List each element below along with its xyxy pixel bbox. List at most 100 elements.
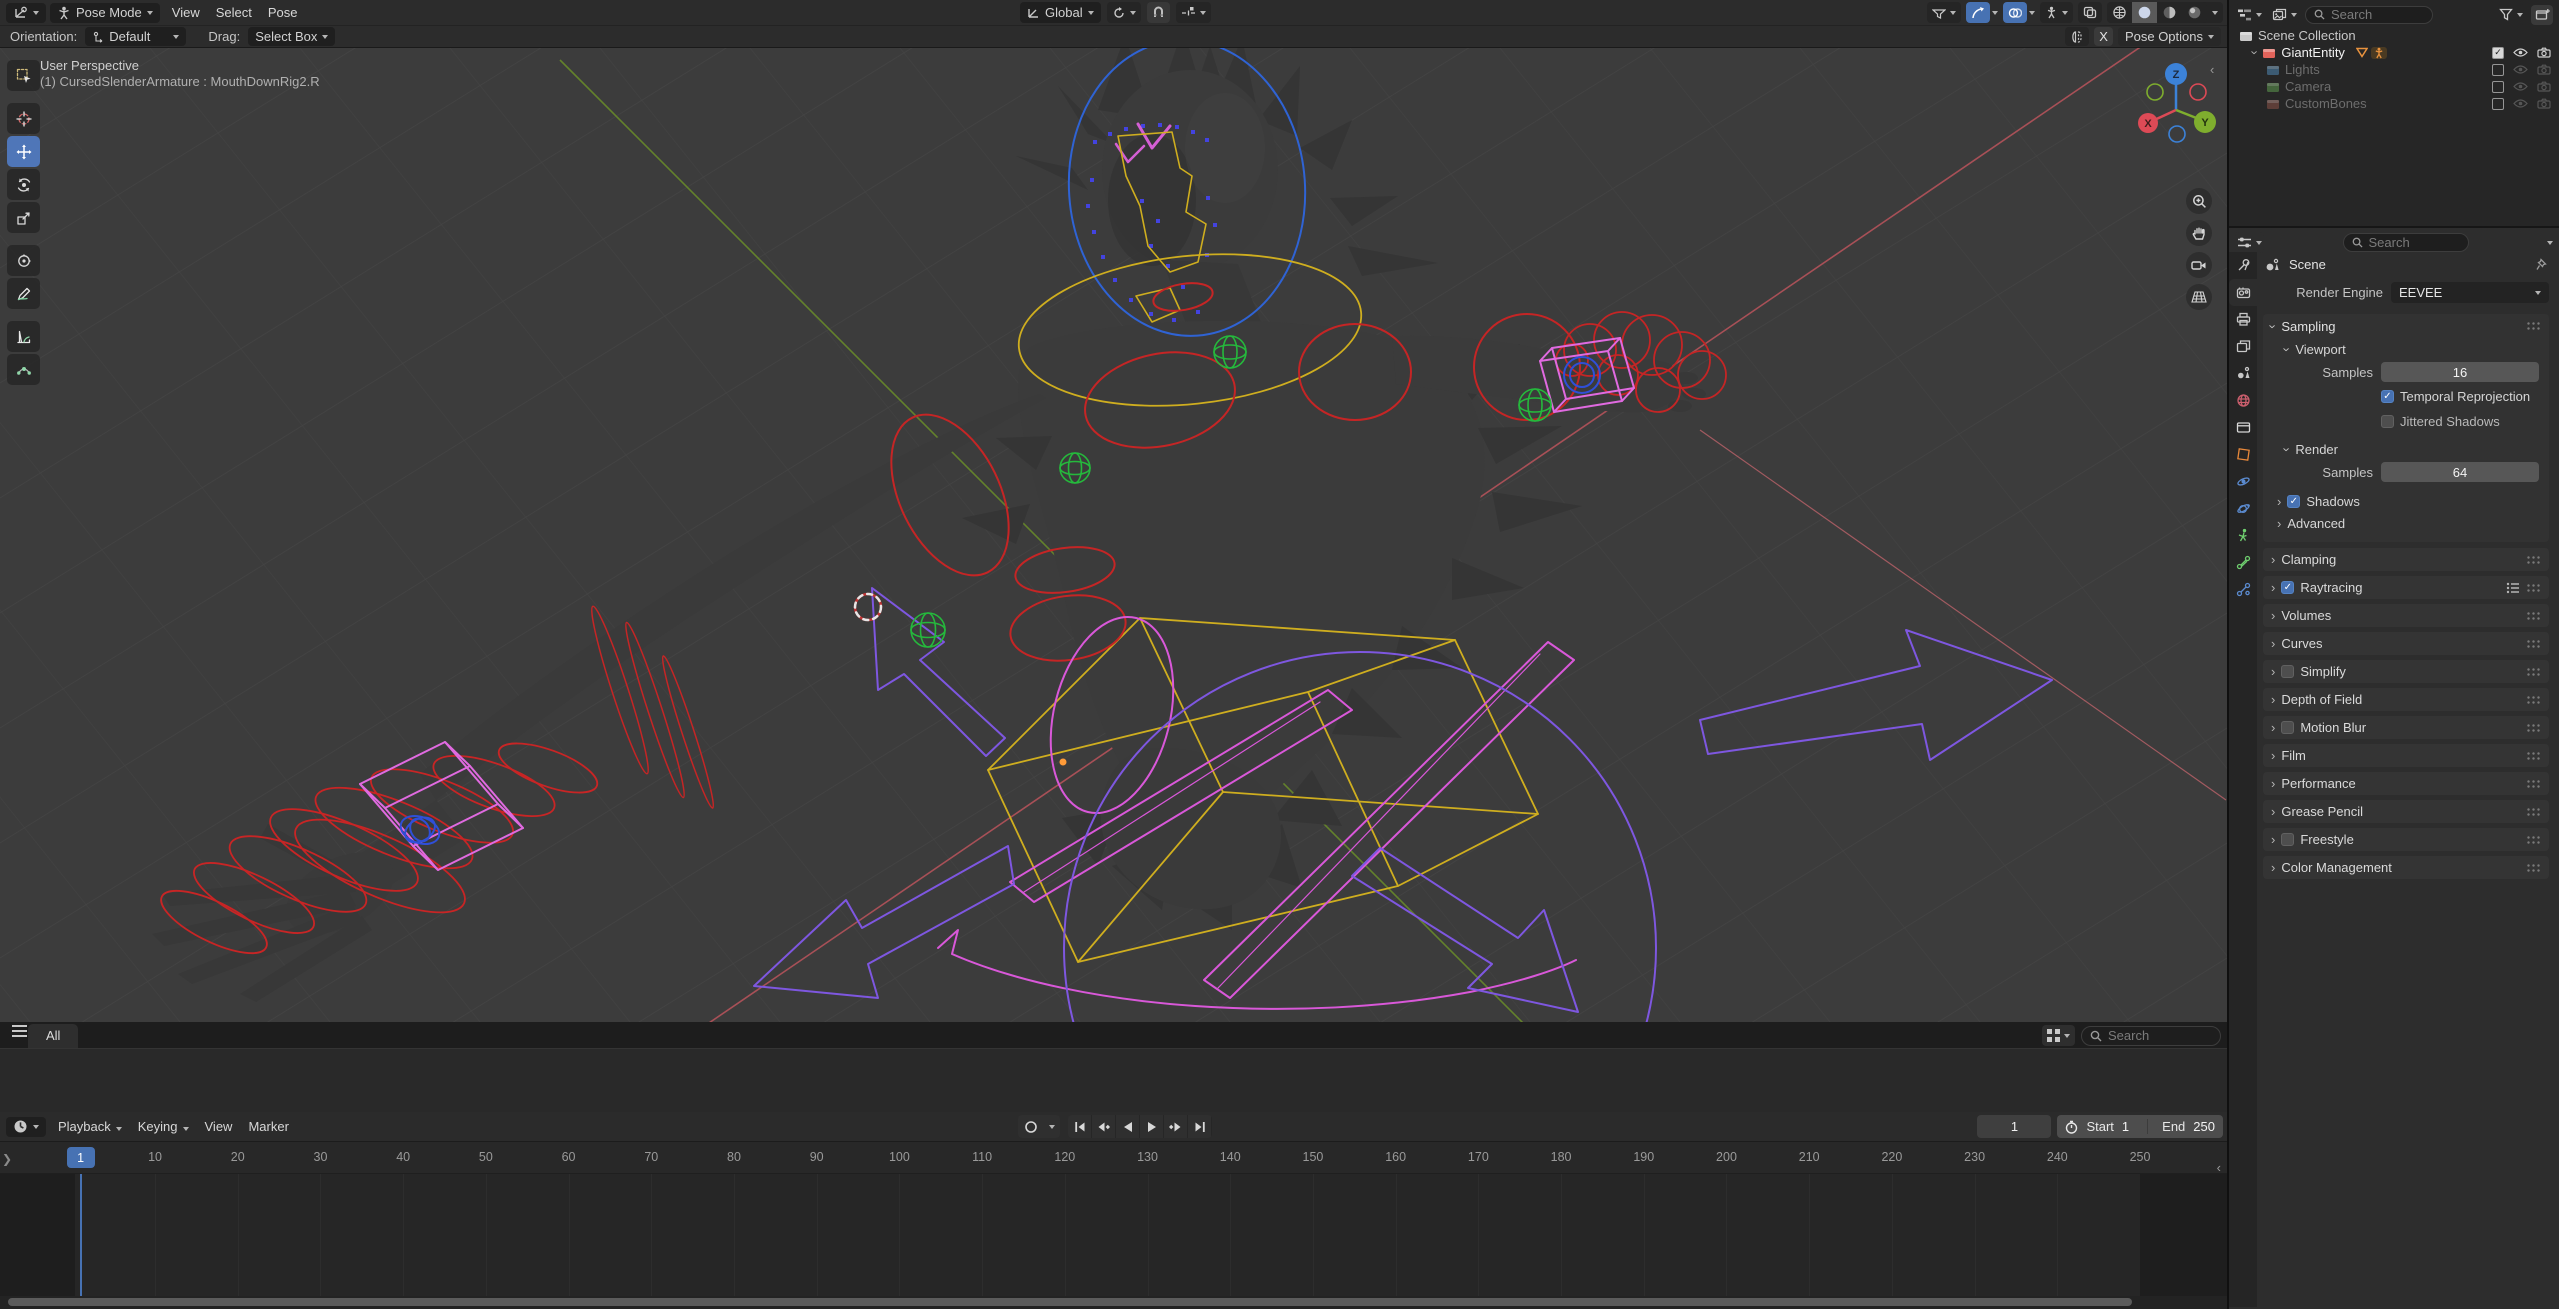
advanced-subpanel-header[interactable]: › Advanced xyxy=(2263,512,2549,534)
shading-wireframe-button[interactable] xyxy=(2107,2,2132,23)
outliner-row-giantentity[interactable]: › GiantEntity ✓ xyxy=(2229,44,2559,61)
outliner-search-input[interactable]: Search xyxy=(2305,5,2433,24)
editor-type-button[interactable] xyxy=(6,2,46,23)
playhead-badge[interactable]: 1 xyxy=(66,1147,95,1168)
auto-keying-toggle[interactable] xyxy=(1018,1115,1044,1138)
panel-checkbox[interactable]: ✓ xyxy=(2281,581,2295,594)
drag-dropdown[interactable]: Select Box xyxy=(248,27,336,46)
outliner-row-lights[interactable]: Lights xyxy=(2229,61,2559,78)
drag-dots-icon[interactable] xyxy=(2526,582,2541,593)
timeline-scrollbar[interactable] xyxy=(0,1296,2227,1308)
panel-motion-blur[interactable]: › Motion Blur xyxy=(2263,716,2549,739)
timeline-editor-type-button[interactable] xyxy=(6,1116,46,1137)
outliner-row-camera[interactable]: Camera xyxy=(2229,78,2559,95)
play-button[interactable] xyxy=(1140,1115,1164,1138)
rotate-tool[interactable] xyxy=(7,169,40,200)
tab-tool[interactable] xyxy=(2229,252,2257,279)
breadcrumb-scene[interactable]: Scene xyxy=(2289,257,2326,272)
panel-performance[interactable]: › Performance xyxy=(2263,772,2549,795)
breakdowner-tool[interactable] xyxy=(7,354,40,385)
selectability-checkbox[interactable]: ✓ xyxy=(2492,46,2504,59)
timeline-menu-marker[interactable]: Marker xyxy=(240,1119,296,1134)
scrollbar-thumb[interactable] xyxy=(8,1298,2132,1306)
mirror-x-button[interactable]: X xyxy=(2094,27,2113,46)
shelf-menu-button[interactable] xyxy=(12,1030,27,1032)
zoom-button[interactable] xyxy=(2186,188,2212,214)
panel-curves[interactable]: › Curves xyxy=(2263,632,2549,655)
jump-end-button[interactable] xyxy=(1188,1115,1212,1138)
drag-dots-icon[interactable] xyxy=(2526,862,2541,873)
expand-icon[interactable]: › xyxy=(2248,50,2263,54)
render-subpanel-header[interactable]: › Render xyxy=(2263,438,2549,460)
current-frame-field[interactable]: 1 xyxy=(1977,1115,2052,1138)
presets-list-icon[interactable] xyxy=(2506,582,2520,594)
camera-icon[interactable] xyxy=(2537,81,2551,92)
cursor-tool[interactable] xyxy=(7,103,40,134)
tab-collection[interactable] xyxy=(2229,414,2257,441)
eye-icon[interactable] xyxy=(2513,81,2528,92)
menu-view[interactable]: View xyxy=(164,5,208,20)
orientation-default-dropdown[interactable]: Default xyxy=(85,27,187,46)
perspective-toggle-button[interactable] xyxy=(2186,284,2212,310)
shading-solid-button[interactable] xyxy=(2132,2,2157,23)
viewport-samples-slider[interactable]: 16 xyxy=(2381,362,2539,382)
drag-dots-icon[interactable] xyxy=(2526,694,2541,705)
scale-tool[interactable] xyxy=(7,202,40,233)
measure-tool[interactable] xyxy=(7,321,40,352)
timeline-menu-keying[interactable]: Keying xyxy=(130,1119,197,1134)
annotate-tool[interactable] xyxy=(7,278,40,309)
end-value[interactable]: 250 xyxy=(2193,1119,2215,1134)
panel-checkbox[interactable] xyxy=(2281,833,2295,846)
jittered-shadows-checkbox[interactable] xyxy=(2381,415,2394,428)
selectability-checkbox[interactable] xyxy=(2492,97,2504,110)
prev-keyframe-button[interactable] xyxy=(1092,1115,1116,1138)
play-reverse-button[interactable] xyxy=(1116,1115,1140,1138)
render-samples-slider[interactable]: 64 xyxy=(2381,462,2539,482)
pose-options-dropdown[interactable]: Pose Options xyxy=(2117,27,2221,46)
drag-dots-icon[interactable] xyxy=(2526,321,2541,331)
panel-color-management[interactable]: › Color Management xyxy=(2263,856,2549,879)
eye-icon[interactable] xyxy=(2513,47,2528,58)
toggle-xray-button[interactable] xyxy=(2078,2,2102,23)
snap-mode-dropdown[interactable] xyxy=(1175,2,1211,23)
asset-shelf-body[interactable] xyxy=(0,1048,2227,1112)
drag-dots-icon[interactable] xyxy=(2526,750,2541,761)
selectability-checkbox[interactable] xyxy=(2492,80,2504,93)
camera-icon[interactable] xyxy=(2537,98,2551,109)
timeline-collapse-arrow[interactable]: ‹ xyxy=(2217,1160,2221,1175)
viewport-3d[interactable]: User Perspective (1) CursedSlenderArmatu… xyxy=(0,48,2227,1112)
tab-object-data[interactable] xyxy=(2229,522,2257,549)
panel-depth-of-field[interactable]: › Depth of Field xyxy=(2263,688,2549,711)
properties-editor-type-button[interactable] xyxy=(2235,232,2264,253)
drag-dots-icon[interactable] xyxy=(2526,806,2541,817)
camera-icon[interactable] xyxy=(2537,47,2551,58)
next-keyframe-button[interactable] xyxy=(1164,1115,1188,1138)
tab-view-layer[interactable] xyxy=(2229,333,2257,360)
panel-grease-pencil[interactable]: › Grease Pencil xyxy=(2263,800,2549,823)
move-tool[interactable] xyxy=(7,136,40,167)
panel-clamping[interactable]: › Clamping xyxy=(2263,548,2549,571)
menu-pose[interactable]: Pose xyxy=(260,5,306,20)
tab-bone-constraint[interactable] xyxy=(2229,576,2257,603)
timeline-tracks[interactable] xyxy=(0,1174,2227,1296)
pan-button[interactable] xyxy=(2186,220,2212,246)
tab-output[interactable] xyxy=(2229,306,2257,333)
tab-world[interactable] xyxy=(2229,387,2257,414)
outliner-filter-dropdown[interactable] xyxy=(2497,4,2525,25)
mode-dropdown[interactable]: Pose Mode xyxy=(50,2,160,23)
outliner-display-mode-dropdown[interactable] xyxy=(2270,4,2299,25)
drag-dots-icon[interactable] xyxy=(2526,778,2541,789)
playhead-line[interactable] xyxy=(79,1174,82,1296)
expand-summary-icon[interactable]: ❯ xyxy=(2,1152,12,1166)
show-gizmo-toggle[interactable] xyxy=(1966,2,1990,23)
drag-dots-icon[interactable] xyxy=(2526,610,2541,621)
drag-dots-icon[interactable] xyxy=(2526,722,2541,733)
outliner-row-scene-collection[interactable]: Scene Collection xyxy=(2229,27,2559,44)
properties-search-input[interactable]: Search xyxy=(2342,233,2469,252)
transform-tool[interactable] xyxy=(7,245,40,276)
new-collection-button[interactable] xyxy=(2531,4,2553,25)
shelf-tab-all[interactable]: All xyxy=(28,1024,79,1048)
sampling-panel-header[interactable]: › Sampling xyxy=(2263,314,2549,338)
start-value[interactable]: 1 xyxy=(2122,1119,2129,1134)
drag-dots-icon[interactable] xyxy=(2526,834,2541,845)
